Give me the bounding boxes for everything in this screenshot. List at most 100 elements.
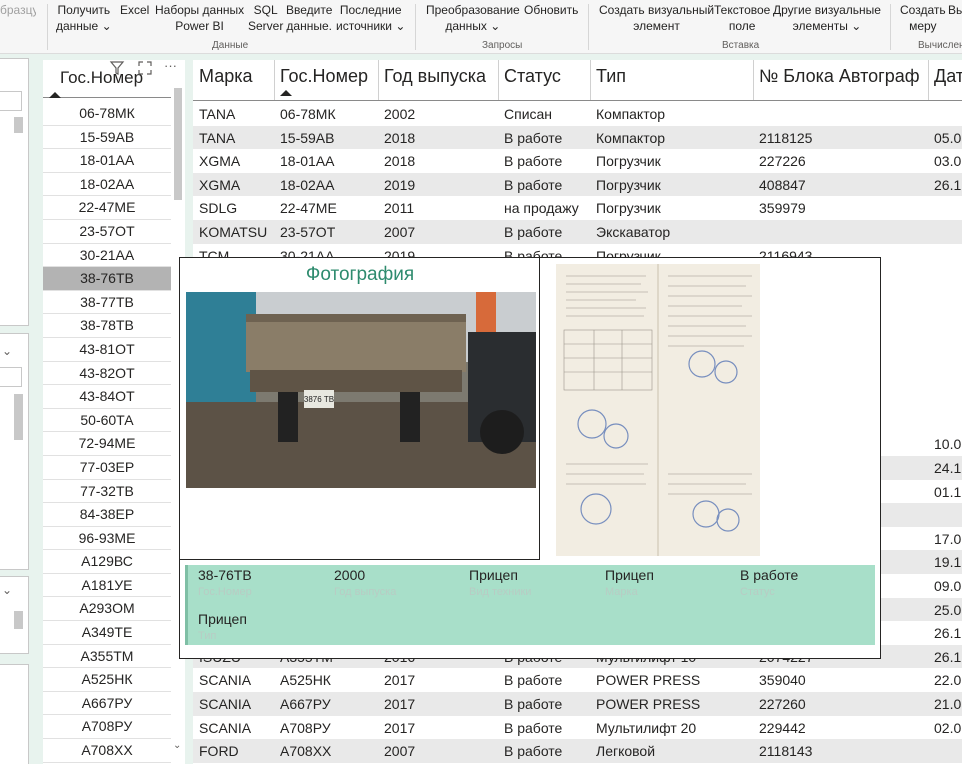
- slicer-item[interactable]: 38-76ТВ: [43, 267, 171, 291]
- slicer-item[interactable]: 22-47МЕ: [43, 196, 171, 220]
- table-cell: 10.0: [934, 436, 962, 453]
- slicer-item[interactable]: 50-60ТА: [43, 409, 171, 433]
- table-row[interactable]: SCANIA А525НК 2017 В работе POWER PRESS 35904…: [193, 668, 962, 692]
- refresh-label: Обновить: [524, 3, 579, 17]
- sql-server-button[interactable]: SQL Server: [248, 2, 283, 34]
- excel-button[interactable]: Excel: [120, 2, 149, 18]
- column-header[interactable]: № Блока Автограф: [759, 66, 920, 87]
- slicer-item[interactable]: А708РУ: [43, 715, 171, 740]
- left-filter-panel-3[interactable]: ⌄: [0, 576, 29, 654]
- slicer-item[interactable]: 18-02АА: [43, 173, 171, 197]
- slicer-item[interactable]: 23-57ОТ: [43, 220, 171, 244]
- table-row[interactable]: FORD А708ХХ 2007 В работе Легковой 2118143: [193, 739, 962, 763]
- new-measure-button[interactable]: Создать меру: [900, 2, 946, 34]
- slicer-item[interactable]: А349ТЕ: [43, 621, 171, 645]
- slicer-item[interactable]: А667РУ: [43, 692, 171, 716]
- slicer-item[interactable]: 38-78ТВ: [43, 314, 171, 338]
- scroll-down-icon[interactable]: ⌄: [173, 740, 181, 751]
- table-row[interactable]: SCANIA А708РУ 2017 В работе Мультилифт 20 229…: [193, 716, 962, 740]
- slicer-item[interactable]: 43-81ОТ: [43, 338, 171, 362]
- table-row[interactable]: KOMATSU 23-57ОТ 2007 В работе Экскаватор: [193, 220, 962, 244]
- refresh-button[interactable]: Обновить: [524, 2, 578, 18]
- slicer-item[interactable]: 30-21АА: [43, 244, 171, 268]
- text-box-button[interactable]: Текстовое поле: [714, 2, 770, 34]
- quick-measure-button[interactable]: Вь: [948, 2, 962, 18]
- slicer-item[interactable]: 43-84ОТ: [43, 385, 171, 409]
- enter-data-button[interactable]: Введите данные.: [286, 2, 332, 34]
- vehicle-tooltip-card: Фотография 3876 ТВ 38-76ТВ Гос.Номер 200…: [179, 257, 881, 659]
- field-label: Марка: [605, 586, 638, 598]
- focus-mode-icon[interactable]: [138, 61, 152, 75]
- slicer-item[interactable]: 43-82ОТ: [43, 362, 171, 386]
- table-row[interactable]: XGMA 18-01АА 2018 В работе Погрузчик 227226 03…: [193, 149, 962, 173]
- slicer-item[interactable]: 15-59АВ: [43, 126, 171, 150]
- slicer-item[interactable]: 77-03ЕР: [43, 456, 171, 480]
- slicer-item[interactable]: 06-78МК: [43, 102, 171, 126]
- left-panel-scrollbar[interactable]: [14, 117, 23, 133]
- table-cell: 2017: [384, 719, 416, 736]
- column-resize-handle[interactable]: [928, 60, 929, 100]
- vehicle-passport-scan: [556, 264, 760, 556]
- slicer-item[interactable]: А355ТМ: [43, 645, 171, 669]
- left-filter-panel-2[interactable]: ⌄: [0, 333, 29, 570]
- left-filter-panel-4[interactable]: [0, 664, 29, 764]
- powerbi-datasets-button[interactable]: Наборы данных Power BI: [155, 2, 244, 34]
- table-cell: 09.0: [934, 578, 962, 594]
- slicer-item[interactable]: 72-94МЕ: [43, 432, 171, 456]
- left-panel-search-box[interactable]: [0, 91, 22, 111]
- more-visuals-button[interactable]: Другие визуальные элементы ⌄: [773, 2, 881, 34]
- table-row[interactable]: XGMA 18-02АА 2019 В работе Погрузчик 408847 26…: [193, 172, 962, 197]
- column-header[interactable]: Год выпуска: [384, 66, 486, 87]
- format-painter-button[interactable]: бразцу: [0, 2, 36, 18]
- left-panel-scrollbar[interactable]: [14, 611, 23, 629]
- recent-sources-button[interactable]: Последние источники ⌄: [336, 2, 405, 34]
- table-cell: Компактор: [596, 106, 666, 122]
- excel-label: Excel: [120, 3, 150, 17]
- chevron-down-icon[interactable]: ⌄: [2, 344, 12, 358]
- slicer-item[interactable]: 18-01АА: [43, 149, 171, 173]
- left-panel-scrollbar[interactable]: [14, 394, 23, 440]
- field-value: Прицеп: [469, 567, 518, 583]
- slicer-item[interactable]: А293ОМ: [43, 597, 171, 622]
- table-cell: В работе: [504, 696, 563, 712]
- table-cell: 21.0: [934, 696, 962, 712]
- table-cell: POWER PRESS: [596, 696, 701, 712]
- new-visual-button[interactable]: Создать визуальный элемент: [599, 2, 714, 34]
- transform-data-button[interactable]: Преобразование данных ⌄: [426, 2, 520, 34]
- table-row[interactable]: TANA 15-59АВ 2018 В работе Компактор 2118125 0…: [193, 125, 962, 150]
- column-resize-handle[interactable]: [274, 60, 275, 100]
- table-row[interactable]: TANA 06-78МК 2002 Списан Компактор: [193, 102, 962, 126]
- slicer-item[interactable]: А181УЕ: [43, 574, 171, 598]
- column-resize-handle[interactable]: [378, 60, 379, 100]
- slicer-item[interactable]: 96-93МЕ: [43, 527, 171, 551]
- column-resize-handle[interactable]: [590, 60, 591, 100]
- slicer-item[interactable]: А129ВС: [43, 550, 171, 574]
- column-header[interactable]: Тип: [596, 66, 626, 87]
- column-header[interactable]: Гос.Номер: [280, 66, 368, 87]
- more-visuals-label-2: элементы ⌄: [792, 19, 862, 33]
- column-header[interactable]: Статус: [504, 66, 561, 87]
- left-filter-panel-1[interactable]: [0, 58, 29, 326]
- table-row[interactable]: SDLG 22-47МЕ 2011 на продажу Погрузчик 359979: [193, 196, 962, 220]
- table-cell: А667РУ: [280, 696, 331, 712]
- slicer-item[interactable]: 84-38ЕР: [43, 503, 171, 527]
- slicer-item[interactable]: 77-32ТВ: [43, 480, 171, 504]
- get-data-button[interactable]: Получить данные ⌄: [56, 2, 112, 34]
- table-cell: В работе: [504, 129, 563, 146]
- ribbon-separator: [47, 4, 48, 50]
- filter-icon[interactable]: [109, 60, 125, 76]
- field-label: Гос.Номер: [198, 586, 252, 598]
- slicer-item[interactable]: А708ХХ: [43, 739, 171, 763]
- slicer-item[interactable]: А525НК: [43, 668, 171, 692]
- column-header[interactable]: Марка: [199, 66, 253, 87]
- table-row[interactable]: SCANIA А667РУ 2017 В работе POWER PRESS 22726…: [193, 692, 962, 716]
- chevron-down-icon[interactable]: ⌄: [2, 583, 12, 597]
- slicer-header-label: Гос.Номер: [60, 68, 144, 87]
- left-panel-search-box[interactable]: [0, 367, 22, 387]
- column-resize-handle[interactable]: [753, 60, 754, 100]
- slicer-item[interactable]: 38-77ТВ: [43, 291, 171, 315]
- more-options-icon[interactable]: ···: [164, 58, 177, 73]
- column-resize-handle[interactable]: [498, 60, 499, 100]
- column-header[interactable]: Дат: [934, 66, 962, 87]
- slicer-scrollbar[interactable]: [174, 88, 182, 200]
